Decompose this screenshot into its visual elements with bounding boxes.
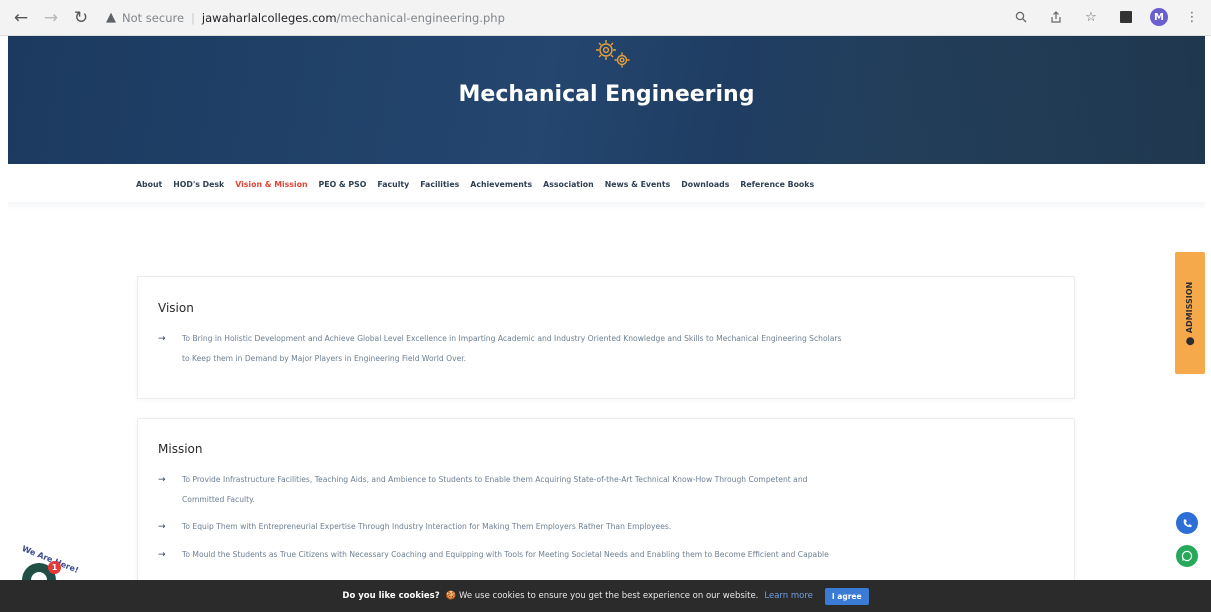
- arrow-icon: →: [158, 550, 166, 560]
- vision-item: → To Bring in Holistic Development and A…: [158, 329, 1048, 349]
- warning-icon[interactable]: ▲: [106, 10, 116, 25]
- vision-item-line-2: to Keep them in Demand by Major Players …: [182, 354, 467, 363]
- tab-facilities[interactable]: Facilities: [420, 180, 459, 189]
- gear-icon: [596, 40, 630, 68]
- star-icon[interactable]: ☆: [1080, 6, 1102, 28]
- mission-item-2: → To Equip Them with Entrepreneurial Exp…: [158, 517, 1048, 537]
- mission-item-1-line-1: To Provide Infrastructure Facilities, Te…: [182, 475, 808, 484]
- vision-item-continued: to Keep them in Demand by Major Players …: [158, 349, 1048, 369]
- back-arrow-icon[interactable]: ←: [10, 7, 32, 29]
- admission-tab-content: ADMISSION: [1185, 281, 1195, 345]
- tab-faculty[interactable]: Faculty: [377, 180, 409, 189]
- tab-hods-desk[interactable]: HOD's Desk: [173, 180, 224, 189]
- address-separator: |: [191, 10, 195, 25]
- cookie-question: Do you like cookies?: [342, 591, 440, 601]
- mission-item-1-line-2: Committed Faculty.: [182, 495, 255, 504]
- mission-item-3: → To Mould the Students as True Citizens…: [158, 545, 1048, 565]
- admission-dot-icon: [1186, 336, 1194, 345]
- browser-toolbar: ← → ↻ ▲ Not secure | jawaharlalcolleges.…: [0, 0, 1211, 36]
- hero-banner: Mechanical Engineering: [8, 36, 1205, 164]
- url-host: jawaharlalcolleges.com: [201, 10, 337, 25]
- side-panel-icon[interactable]: [1115, 6, 1137, 28]
- tab-association[interactable]: Association: [543, 180, 594, 189]
- page-title: Mechanical Engineering: [458, 82, 755, 107]
- toolbar-actions: ☆ M ⋮: [1010, 6, 1203, 28]
- forward-arrow-icon[interactable]: →: [40, 7, 62, 29]
- arrow-spacer: [158, 490, 182, 510]
- arrow-icon: →: [158, 522, 166, 532]
- section-tabs: About HOD's Desk Vision & Mission PEO & …: [136, 180, 814, 189]
- tab-achievements[interactable]: Achievements: [470, 180, 532, 189]
- mission-item-1-continued: Committed Faculty.: [158, 490, 1048, 510]
- url-path: /mechanical-engineering.php: [336, 10, 505, 25]
- phone-icon[interactable]: [1176, 512, 1198, 534]
- reload-icon[interactable]: ↻: [70, 7, 92, 29]
- vision-heading: Vision: [158, 301, 194, 315]
- mission-item-2-text: To Equip Them with Entrepreneurial Exper…: [182, 522, 672, 531]
- security-label: Not secure: [122, 10, 185, 25]
- mission-item-1: → To Provide Infrastructure Facilities, …: [158, 470, 1048, 490]
- vision-item-line-1: To Bring in Holistic Development and Ach…: [182, 334, 842, 343]
- vision-card: Vision → To Bring in Holistic Developmen…: [137, 276, 1075, 399]
- admission-label: ADMISSION: [1185, 281, 1195, 333]
- mission-item-3-line-1: To Mould the Students as True Citizens w…: [182, 550, 829, 559]
- cookie-message: 🍪 We use cookies to ensure you get the b…: [445, 591, 759, 601]
- mission-heading: Mission: [158, 442, 203, 456]
- tabbar-shadow: [8, 202, 1205, 210]
- tab-about[interactable]: About: [136, 180, 162, 189]
- address-bar[interactable]: ▲ Not secure | jawaharlalcolleges.com /m…: [106, 6, 505, 30]
- profile-avatar[interactable]: M: [1150, 8, 1168, 26]
- chat-badge: 1: [48, 561, 61, 574]
- admission-tab[interactable]: ADMISSION: [1175, 252, 1205, 374]
- tab-vision-mission[interactable]: Vision & Mission: [235, 180, 307, 189]
- tab-news-events[interactable]: News & Events: [605, 180, 671, 189]
- nav-buttons: ← → ↻: [0, 7, 92, 29]
- arrow-icon: →: [158, 334, 166, 344]
- tab-reference-books[interactable]: Reference Books: [740, 180, 814, 189]
- mission-card: Mission → To Provide Infrastructure Faci…: [137, 418, 1075, 588]
- share-icon[interactable]: [1045, 6, 1067, 28]
- zoom-icon[interactable]: [1010, 6, 1032, 28]
- cookie-bar: Do you like cookies? 🍪 We use cookies to…: [0, 580, 1211, 612]
- tab-downloads[interactable]: Downloads: [681, 180, 729, 189]
- arrow-icon: →: [158, 475, 166, 485]
- arrow-spacer: [158, 349, 182, 369]
- agree-button[interactable]: I agree: [824, 587, 869, 605]
- whatsapp-icon[interactable]: [1176, 545, 1198, 567]
- tab-peo-pso[interactable]: PEO & PSO: [319, 180, 367, 189]
- learn-more-link[interactable]: Learn more: [764, 591, 812, 601]
- menu-kebab-icon[interactable]: ⋮: [1181, 6, 1203, 28]
